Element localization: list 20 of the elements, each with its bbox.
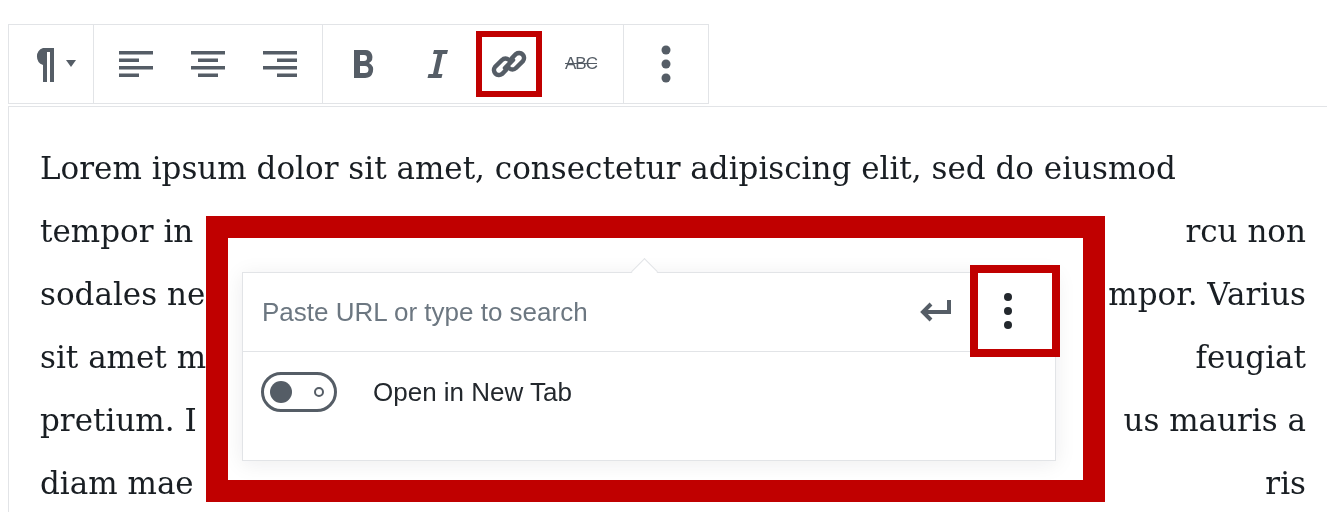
new-tab-toggle[interactable]	[261, 372, 337, 412]
paragraph-line: sodales ne	[40, 275, 206, 314]
toggle-label: Open in New Tab	[373, 376, 572, 408]
paragraph-line: tempor in	[40, 212, 194, 251]
paragraph-line: diam mae	[40, 464, 194, 503]
link-button[interactable]	[476, 31, 542, 97]
align-right-icon	[263, 49, 297, 79]
paragraph-line: feugiat	[1195, 338, 1306, 377]
more-icon	[660, 44, 672, 84]
more-icon	[1002, 290, 1014, 331]
paragraph-line: us mauris a	[1123, 401, 1306, 440]
paragraph-line: rcu non	[1185, 212, 1306, 251]
paragraph-line: pretium. I	[40, 401, 197, 440]
paragraph-line: sit amet m	[40, 338, 207, 377]
strikethrough-button[interactable]: ABC	[545, 31, 617, 97]
paragraph-line: ris	[1265, 464, 1306, 503]
align-center-icon	[191, 49, 225, 79]
align-left-icon	[119, 49, 153, 79]
paragraph-line: Lorem ipsum dolor sit amet, consectetur adipiscing elit, sed do eiusmod	[40, 149, 1177, 188]
paragraph-line: mpor. Varius	[1108, 275, 1306, 314]
